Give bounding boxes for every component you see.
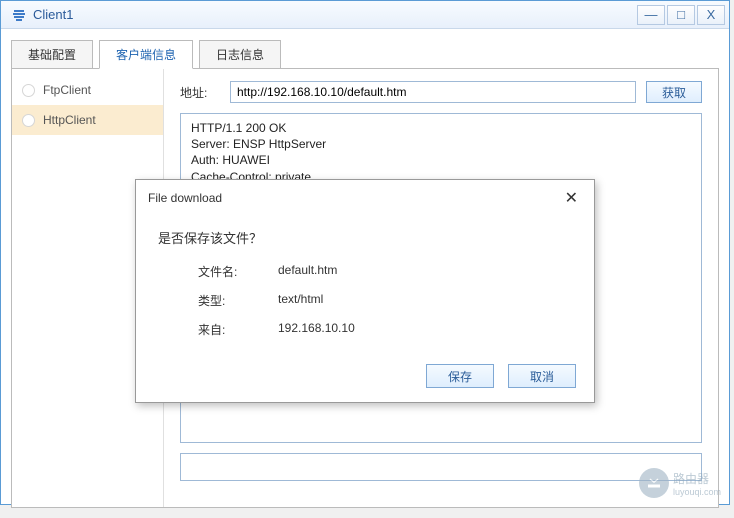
dialog-title: File download	[148, 191, 222, 205]
radio-icon	[22, 84, 35, 97]
radio-icon	[22, 114, 35, 127]
dialog-row-from: 来自: 192.168.10.10	[158, 321, 576, 338]
window-buttons: — □ X	[635, 5, 725, 25]
filename-label: 文件名:	[198, 263, 278, 280]
tab-client-info[interactable]: 客户端信息	[99, 40, 193, 69]
title-bar: Client1 — □ X	[1, 1, 729, 29]
maximize-button[interactable]: □	[667, 5, 695, 25]
cancel-button[interactable]: 取消	[508, 364, 576, 388]
close-icon[interactable]: ✕	[561, 188, 582, 208]
bottom-input-bar[interactable]	[180, 453, 702, 481]
type-value: text/html	[278, 292, 323, 309]
sidebar-item-label: HttpClient	[43, 113, 96, 127]
sidebar-item-ftpclient[interactable]: FtpClient	[12, 75, 163, 105]
watermark-sub: luyouqi.com	[673, 487, 721, 497]
filename-value: default.htm	[278, 263, 337, 280]
watermark-text: 路由器 luyouqi.com	[673, 470, 721, 497]
dialog-row-type: 类型: text/html	[158, 292, 576, 309]
type-label: 类型:	[198, 292, 278, 309]
from-label: 来自:	[198, 321, 278, 338]
fetch-button[interactable]: 获取	[646, 81, 702, 103]
address-input[interactable]	[230, 81, 636, 103]
app-window: Client1 — □ X 基础配置 客户端信息 日志信息 FtpClient …	[0, 0, 730, 505]
tab-strip: 基础配置 客户端信息 日志信息	[11, 40, 719, 69]
dialog-titlebar: File download ✕	[136, 180, 594, 214]
dialog-body: 是否保存该文件？ 文件名: default.htm 类型: text/html …	[136, 214, 594, 338]
sidebar-item-httpclient[interactable]: HttpClient	[12, 105, 163, 135]
from-value: 192.168.10.10	[278, 321, 355, 338]
tab-log-info[interactable]: 日志信息	[199, 40, 281, 69]
save-button[interactable]: 保存	[426, 364, 494, 388]
address-label: 地址:	[180, 84, 220, 101]
watermark: 路由器 luyouqi.com	[639, 468, 721, 498]
app-icon	[11, 7, 27, 23]
close-button[interactable]: X	[697, 5, 725, 25]
window-title: Client1	[33, 7, 635, 22]
file-download-dialog: File download ✕ 是否保存该文件？ 文件名: default.ht…	[135, 179, 595, 403]
tab-basic-config[interactable]: 基础配置	[11, 40, 93, 69]
dialog-row-filename: 文件名: default.htm	[158, 263, 576, 280]
router-icon	[639, 468, 669, 498]
address-row: 地址: 获取	[180, 81, 702, 103]
minimize-button[interactable]: —	[637, 5, 665, 25]
watermark-brand: 路由器	[673, 470, 721, 487]
sidebar-item-label: FtpClient	[43, 83, 91, 97]
dialog-buttons: 保存 取消	[426, 364, 576, 388]
dialog-question: 是否保存该文件？	[158, 228, 576, 247]
